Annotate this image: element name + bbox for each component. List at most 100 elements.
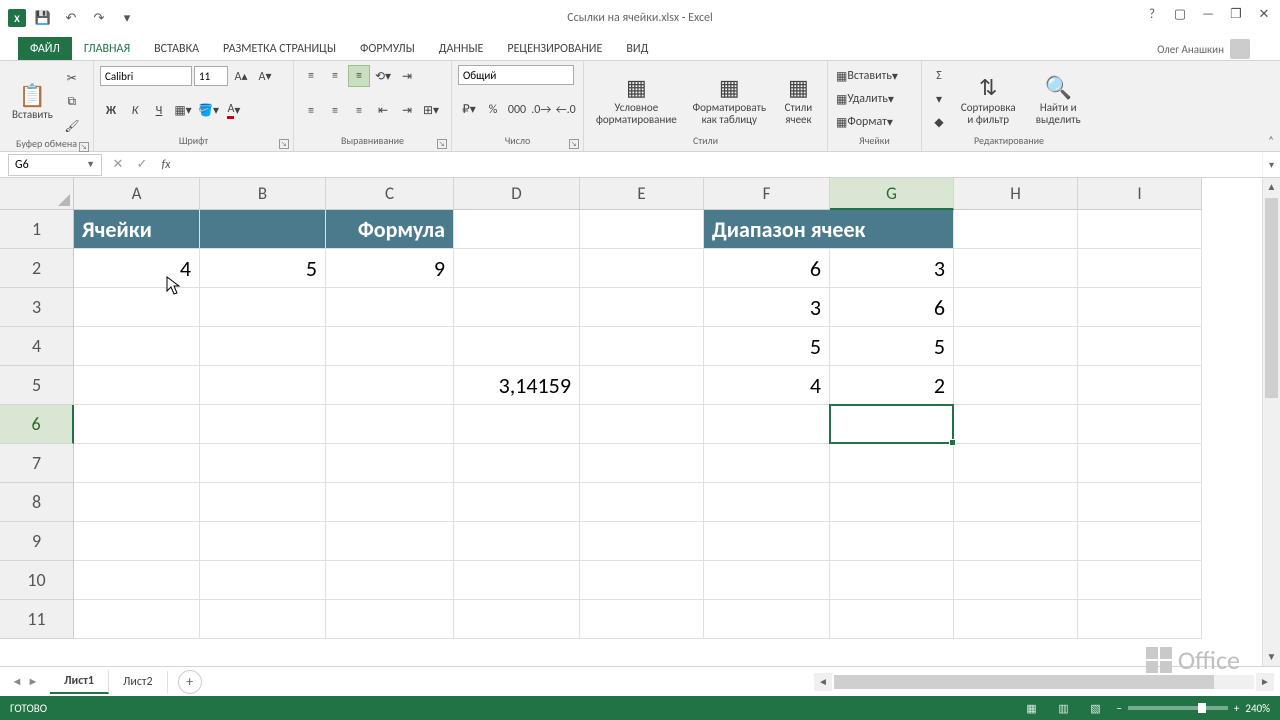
hscroll-right-icon[interactable]: ► — [1256, 673, 1274, 691]
sort-filter-button[interactable]: ⇅Сортировка и фильтр — [952, 65, 1025, 134]
font-color-icon[interactable]: A▾ — [223, 100, 245, 122]
insert-function-icon[interactable]: fx — [154, 158, 178, 172]
name-box[interactable]: G6 ▼ — [8, 154, 102, 176]
hscroll-left-icon[interactable]: ◄ — [814, 673, 832, 691]
cell-B8[interactable] — [200, 483, 326, 522]
restore-icon[interactable]: ❐ — [1224, 4, 1248, 24]
horizontal-scrollbar[interactable]: ◄ ► — [202, 673, 1280, 691]
cell-F4[interactable]: 5 — [704, 327, 830, 366]
row-header-4[interactable]: 4 — [0, 327, 74, 366]
row-header-9[interactable]: 9 — [0, 522, 74, 561]
cell-C5[interactable] — [326, 366, 454, 405]
italic-button[interactable]: К — [124, 100, 146, 122]
orientation-icon[interactable]: ⟲▾ — [372, 65, 394, 87]
zoom-out-icon[interactable]: − — [1116, 702, 1121, 715]
cell-I2[interactable] — [1078, 249, 1202, 288]
cell-I11[interactable] — [1078, 600, 1202, 639]
cell-E1[interactable] — [580, 210, 704, 249]
cell-H1[interactable] — [954, 210, 1078, 249]
align-right-icon[interactable]: ≡ — [348, 100, 370, 122]
font-dialog-icon[interactable]: ↘ — [279, 139, 289, 149]
qat-save-icon[interactable]: 💾 — [32, 7, 54, 29]
tab-review[interactable]: РЕЦЕНЗИРОВАНИЕ — [495, 37, 614, 60]
formula-input[interactable] — [178, 154, 1262, 176]
cell-B5[interactable] — [200, 366, 326, 405]
cell-D1[interactable] — [454, 210, 580, 249]
cell-A10[interactable] — [74, 561, 200, 600]
cell-H3[interactable] — [954, 288, 1078, 327]
cell-H7[interactable] — [954, 444, 1078, 483]
qat-undo-icon[interactable]: ↶ — [60, 7, 82, 29]
cell-B11[interactable] — [200, 600, 326, 639]
cell-F11[interactable] — [704, 600, 830, 639]
cell-I8[interactable] — [1078, 483, 1202, 522]
cell-H8[interactable] — [954, 483, 1078, 522]
cell-E6[interactable] — [580, 405, 704, 444]
cell-H10[interactable] — [954, 561, 1078, 600]
column-header-C[interactable]: C — [326, 178, 454, 210]
zoom-handle[interactable] — [1198, 703, 1206, 713]
cell-D8[interactable] — [454, 483, 580, 522]
cell-F10[interactable] — [704, 561, 830, 600]
increase-font-icon[interactable]: A▴ — [230, 65, 252, 87]
autosum-icon[interactable]: Σ — [928, 65, 950, 87]
cell-D4[interactable] — [454, 327, 580, 366]
cell-B6[interactable] — [200, 405, 326, 444]
cell-F8[interactable] — [704, 483, 830, 522]
cell-D5[interactable]: 3,14159 — [454, 366, 580, 405]
column-header-G[interactable]: G — [830, 178, 954, 210]
cell-E5[interactable] — [580, 366, 704, 405]
comma-icon[interactable]: 000 — [506, 99, 528, 121]
cell-G9[interactable] — [830, 522, 954, 561]
cell-E11[interactable] — [580, 600, 704, 639]
cell-F3[interactable]: 3 — [704, 288, 830, 327]
cell-F9[interactable] — [704, 522, 830, 561]
cell-B2[interactable]: 5 — [200, 249, 326, 288]
cell-A5[interactable] — [74, 366, 200, 405]
cell-C2[interactable]: 9 — [326, 249, 454, 288]
expand-formula-bar-icon[interactable]: ▾ — [1262, 152, 1280, 177]
delete-cells-button[interactable]: ▦ Удалить ▾ — [834, 88, 915, 110]
page-break-view-icon[interactable]: ▧ — [1084, 699, 1106, 717]
cell-D9[interactable] — [454, 522, 580, 561]
account-user[interactable]: Олег Анашкин — [1157, 39, 1250, 59]
clear-icon[interactable]: ◆ — [928, 111, 950, 133]
minimize-icon[interactable]: — — [1196, 4, 1220, 24]
cell-C10[interactable] — [326, 561, 454, 600]
decrease-indent-icon[interactable]: ⇤ — [372, 100, 394, 122]
cell-H4[interactable] — [954, 327, 1078, 366]
cell-A11[interactable] — [74, 600, 200, 639]
tab-formulas[interactable]: ФОРМУЛЫ — [348, 37, 427, 60]
increase-indent-icon[interactable]: ⇥ — [396, 100, 418, 122]
cell-E7[interactable] — [580, 444, 704, 483]
cell-A3[interactable] — [74, 288, 200, 327]
cell-B1[interactable] — [200, 210, 326, 249]
cell-G4[interactable]: 5 — [830, 327, 954, 366]
cell-E9[interactable] — [580, 522, 704, 561]
qat-redo-icon[interactable]: ↷ — [88, 7, 110, 29]
cell-D3[interactable] — [454, 288, 580, 327]
row-header-10[interactable]: 10 — [0, 561, 74, 600]
tab-view[interactable]: ВИД — [614, 37, 660, 60]
cell-H6[interactable] — [954, 405, 1078, 444]
font-size-select[interactable] — [194, 66, 228, 86]
cell-A1[interactable]: Ячейки — [74, 210, 200, 249]
merge-icon[interactable]: ⊞▾ — [420, 100, 442, 122]
name-box-dropdown-icon[interactable]: ▼ — [86, 159, 95, 170]
tab-home[interactable]: ГЛАВНАЯ — [72, 37, 142, 60]
cell-A9[interactable] — [74, 522, 200, 561]
column-header-A[interactable]: A — [74, 178, 200, 210]
increase-decimal-icon[interactable]: .0→ — [530, 99, 553, 121]
scroll-thumb[interactable] — [1265, 198, 1278, 398]
cell-C8[interactable] — [326, 483, 454, 522]
ribbon-display-options-icon[interactable]: ▢ — [1168, 4, 1192, 24]
cell-I9[interactable] — [1078, 522, 1202, 561]
borders-icon[interactable]: ▦▾ — [172, 100, 194, 122]
copy-icon[interactable]: ⧉ — [61, 91, 83, 113]
accounting-icon[interactable]: ₽▾ — [458, 99, 480, 121]
cell-A6[interactable] — [74, 405, 200, 444]
cell-D11[interactable] — [454, 600, 580, 639]
zoom-in-icon[interactable]: + — [1234, 702, 1239, 715]
normal-view-icon[interactable]: ▦ — [1020, 699, 1042, 717]
cell-I4[interactable] — [1078, 327, 1202, 366]
